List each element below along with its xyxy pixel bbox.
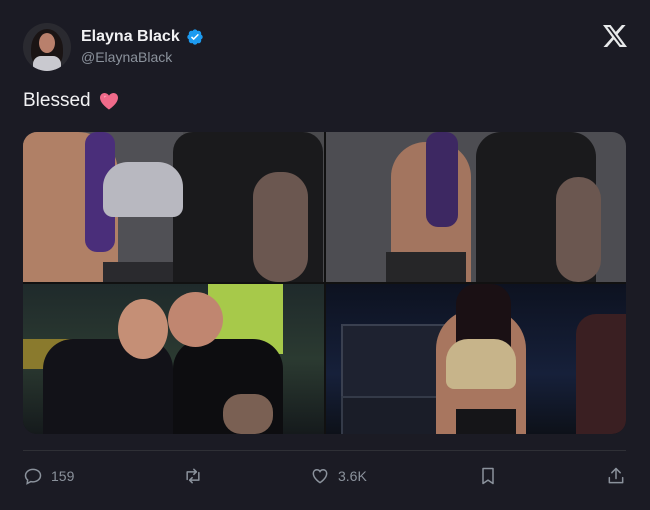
tweet-text-row: Blessed [23, 90, 119, 112]
like-count: 3.6K [338, 468, 367, 484]
photo-figure-arm [253, 172, 308, 282]
x-logo-icon[interactable] [603, 25, 627, 47]
photo-figure-bottom [103, 262, 173, 282]
bookmark-button[interactable] [478, 462, 498, 490]
bookmark-icon [482, 467, 494, 485]
heart-emoji-icon [99, 93, 118, 110]
avatar[interactable] [23, 23, 71, 71]
photo-background-person [576, 314, 626, 434]
repost-icon [186, 468, 200, 484]
author-name[interactable]: Elayna Black [81, 28, 180, 46]
share-icon [608, 467, 624, 484]
like-heart-icon [312, 469, 328, 484]
media-photo-1[interactable] [23, 132, 324, 282]
avatar-face [39, 33, 55, 53]
photo-figure-arm [223, 394, 273, 434]
photo-figure-bottom [456, 409, 516, 434]
media-grid [23, 132, 626, 434]
action-bar: 159 3.6K [23, 462, 626, 490]
reply-count: 159 [51, 468, 75, 484]
verified-badge-icon [187, 29, 203, 45]
author-name-row[interactable]: Elayna Black [81, 28, 204, 46]
reply-button[interactable]: 159 [23, 462, 74, 490]
like-button[interactable]: 3.6K [310, 462, 367, 490]
photo-figure-face [118, 299, 168, 359]
photo-figure-top [446, 339, 516, 389]
photo-figure-face-2 [168, 292, 223, 347]
author-handle[interactable]: @ElaynaBlack [81, 49, 172, 65]
media-photo-2[interactable] [326, 132, 626, 282]
reply-icon [24, 468, 42, 485]
repost-button[interactable] [183, 462, 211, 490]
media-photo-3[interactable] [23, 284, 324, 434]
share-button[interactable] [606, 462, 626, 490]
photo-figure-top [103, 162, 183, 217]
media-photo-4[interactable] [326, 284, 626, 434]
photo-figure-bottom [386, 252, 466, 282]
tweet-card: Elayna Black @ElaynaBlack Blessed 159 3.… [0, 0, 650, 510]
photo-figure-hair [426, 132, 458, 227]
avatar-top [33, 56, 61, 71]
tweet-text: Blessed [23, 90, 91, 111]
divider [23, 450, 626, 451]
photo-figure-arm [556, 177, 601, 282]
